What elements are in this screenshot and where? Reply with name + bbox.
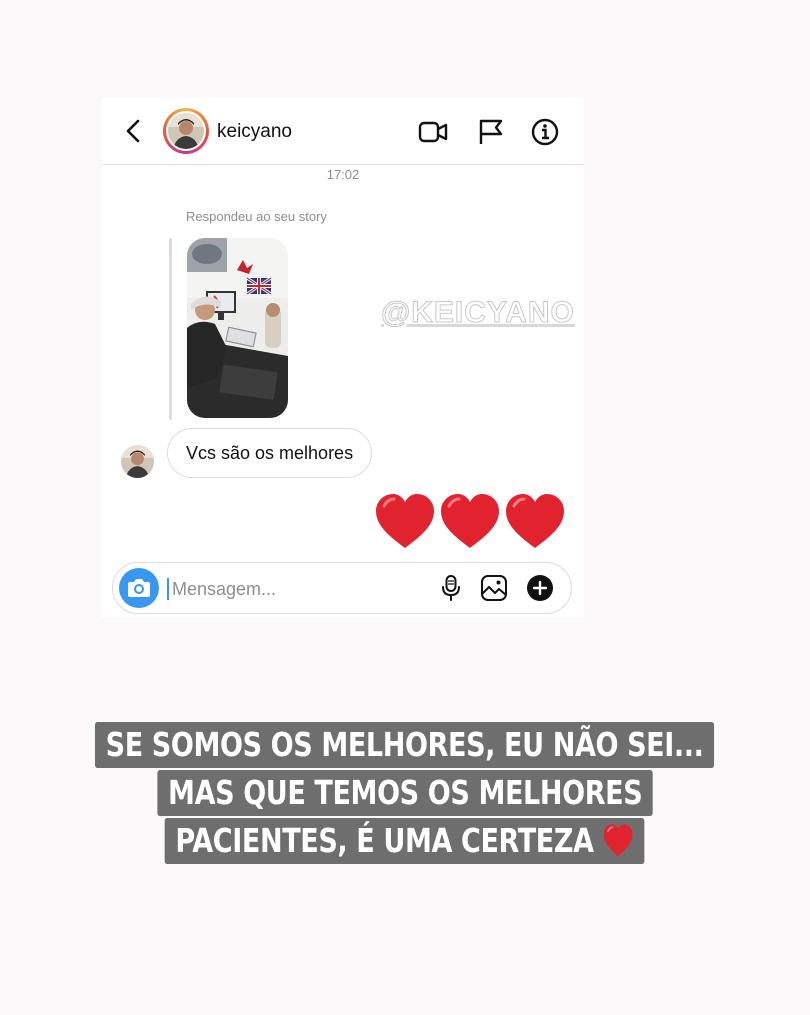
heart-icon (506, 494, 564, 548)
sender-avatar[interactable] (121, 445, 154, 478)
gallery-icon[interactable] (480, 574, 508, 602)
caption-line-3: PACIENTES, É UMA CERTEZA (0, 818, 810, 864)
camera-icon (128, 579, 150, 597)
heart-icon (441, 494, 499, 548)
heart-icon (604, 824, 633, 857)
text-caret (167, 578, 169, 600)
dm-card: keicyano 17:02 Respondeu ao seu story @K… (102, 98, 584, 618)
avatar[interactable] (163, 108, 209, 154)
back-icon[interactable] (122, 119, 146, 143)
microphone-icon[interactable] (437, 574, 465, 602)
caption-line-1: SE SOMOS OS MELHORES, EU NÃO SEI... (0, 722, 810, 768)
info-icon[interactable] (530, 117, 560, 147)
story-thumbnail[interactable] (187, 238, 288, 418)
chat-username[interactable]: keicyano (217, 121, 292, 143)
caption-line-2: MAS QUE TEMOS OS MELHORES (0, 770, 810, 816)
chat-header: keicyano (102, 98, 584, 165)
received-message-bubble[interactable]: Vcs são os melhores (167, 428, 373, 478)
camera-button[interactable] (119, 568, 159, 608)
caption-text: MAS QUE TEMOS OS MELHORES (157, 770, 653, 816)
quote-divider (169, 238, 172, 420)
heart-icon (376, 494, 434, 548)
message-input[interactable] (170, 571, 414, 607)
flag-icon[interactable] (476, 117, 506, 147)
video-call-icon[interactable] (418, 117, 448, 147)
message-composer (112, 562, 572, 614)
caption-text: SE SOMOS OS MELHORES, EU NÃO SEI... (95, 722, 715, 768)
watermark-text: @KEICYANO (381, 296, 575, 330)
plus-icon[interactable] (526, 574, 554, 602)
caption-text: PACIENTES, É UMA CERTEZA (175, 821, 595, 860)
caption-line-3-box: PACIENTES, É UMA CERTEZA (165, 818, 645, 864)
story-reply-label: Respondeu ao seu story (186, 209, 327, 224)
message-timestamp: 17:02 (326, 167, 360, 182)
